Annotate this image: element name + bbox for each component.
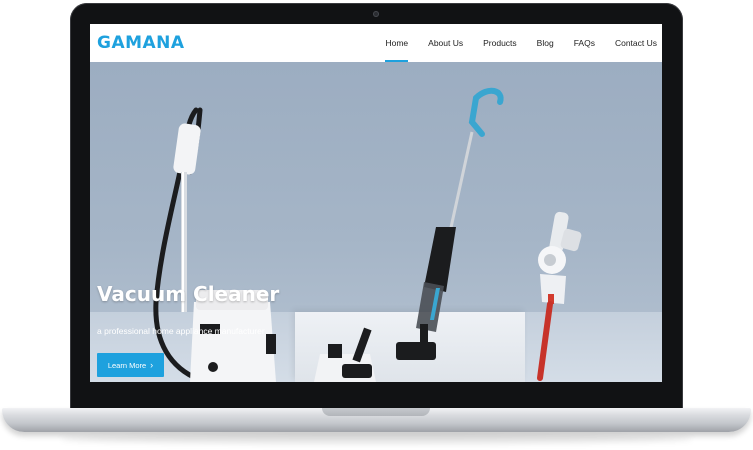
laptop-screen: GAMANA Home About Us Products Blog FAQs … <box>90 24 662 382</box>
canister-vacuum-image <box>153 107 276 382</box>
main-nav: Home About Us Products Blog FAQs Contact… <box>365 24 657 62</box>
nav-blog[interactable]: Blog <box>537 24 554 62</box>
hero-title: Vacuum Cleaner <box>97 282 280 306</box>
cordless-vacuum-image <box>537 211 582 381</box>
nav-faqs[interactable]: FAQs <box>574 24 595 62</box>
nav-contact-us[interactable]: Contact Us <box>615 24 657 62</box>
camera-icon <box>373 11 379 17</box>
handheld-vacuum-image <box>314 327 376 382</box>
laptop-notch <box>322 408 430 416</box>
stick-vacuum-image <box>396 87 504 360</box>
nav-home[interactable]: Home <box>385 24 408 62</box>
brand-logo[interactable]: GAMANA <box>97 33 185 53</box>
site-header: GAMANA Home About Us Products Blog FAQs … <box>90 24 662 62</box>
chevron-right-icon: › <box>150 359 154 370</box>
laptop-shadow <box>60 434 693 444</box>
learn-more-button[interactable]: Learn More › <box>97 353 164 377</box>
hero-subtitle: a professional home appliance manufactur… <box>97 326 265 336</box>
nav-about-us[interactable]: About Us <box>428 24 463 62</box>
nav-products[interactable]: Products <box>483 24 517 62</box>
learn-more-label: Learn More <box>107 360 147 370</box>
hero-banner: Vacuum Cleaner a professional home appli… <box>90 62 662 382</box>
